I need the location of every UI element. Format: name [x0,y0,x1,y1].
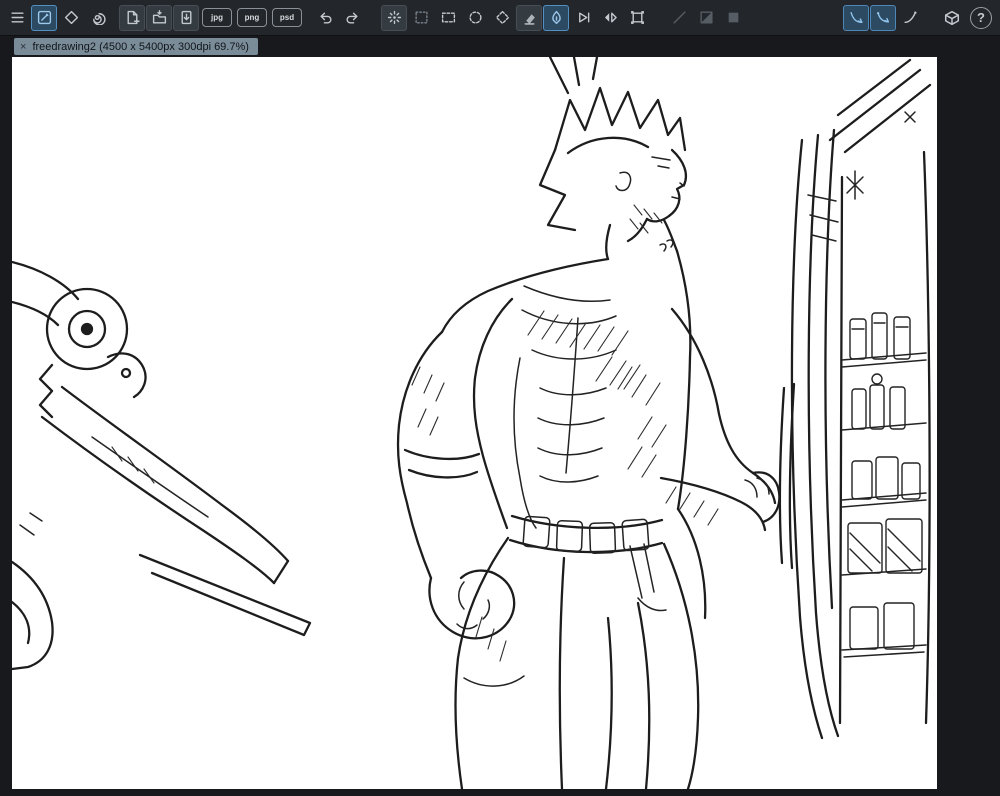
lasso-select-button[interactable] [462,5,488,31]
tab-close-icon[interactable]: × [20,41,26,53]
filled-square-icon [728,12,738,23]
transform-handles-icon [630,11,644,24]
sketch-drawing [12,57,932,789]
diamond-icon [64,10,78,25]
spiral-icon [92,13,106,25]
rect-select-button[interactable] [435,5,461,31]
document-tab-bar: × freedrawing2 (4500 x 5400px 300dpi 69.… [0,36,1000,57]
pen-tool-button[interactable] [543,4,569,31]
play-direction-button[interactable] [570,5,596,31]
polygon-select-button[interactable] [489,5,515,31]
spiral-tool-button[interactable] [85,5,111,31]
new-file-icon [127,10,140,25]
drawing-canvas[interactable] [12,57,937,789]
redo-button[interactable] [339,5,365,31]
tab-title: freedrawing2 (4500 x 5400px 300dpi 69.7%… [32,40,249,53]
folder-import-icon [152,10,166,24]
play-bar-icon [578,12,589,23]
transform-button[interactable] [624,5,650,31]
pen-nib-icon [551,10,561,25]
stabilizer-curve-icon [903,11,916,24]
undo-button[interactable] [312,5,338,31]
eraser-icon [524,14,535,25]
marquee-rect-icon [441,12,455,23]
spray-tool-button[interactable] [381,4,407,31]
export-psd-badge[interactable]: psd [272,8,302,27]
menu-icon [10,12,24,23]
line-tool-button[interactable] [666,5,692,31]
line-icon [672,11,686,24]
gradient-icon [699,11,713,24]
help-glyph: ? [977,10,985,25]
snap-curve-button-1[interactable] [843,4,869,31]
new-file-button[interactable] [119,4,145,31]
workspace [0,57,1000,796]
undo-icon [320,12,331,24]
png-label: png [244,13,260,22]
gradient-tool-button[interactable] [693,5,719,31]
draw-mode-button[interactable] [31,4,57,31]
import-button[interactable] [146,4,172,31]
main-toolbar: jpg png psd ? [0,0,1000,36]
shape-tool-button[interactable] [58,5,84,31]
flip-horizontal-button[interactable] [597,5,623,31]
marquee-diamond-icon [495,10,509,25]
eraser-tool-button[interactable] [516,4,542,31]
cube-icon [944,10,960,25]
jpg-label: jpg [211,13,223,22]
menu-button[interactable] [4,5,30,31]
flip-horizontal-icon [604,12,617,23]
snap-curve-icon [876,12,889,23]
help-button[interactable]: ? [970,6,992,29]
export-jpg-badge[interactable]: jpg [202,8,232,27]
snap-curve-icon [849,11,863,24]
psd-label: psd [279,13,295,22]
cube-view-button[interactable] [939,5,965,31]
document-tab[interactable]: × freedrawing2 (4500 x 5400px 300dpi 69.… [14,38,258,55]
dim-marquee-button[interactable] [408,5,434,31]
save-export-icon [181,10,191,25]
snap-curve-button-2[interactable] [870,4,896,31]
pencil-square-icon [37,10,51,25]
fill-tool-button[interactable] [720,5,746,31]
stabilizer-button[interactable] [897,5,923,31]
export-png-badge[interactable]: png [237,8,267,27]
dotted-square-icon [414,11,428,24]
lasso-icon [468,11,482,24]
export-button[interactable] [173,4,199,31]
spray-icon [387,10,401,25]
redo-icon [346,12,357,24]
